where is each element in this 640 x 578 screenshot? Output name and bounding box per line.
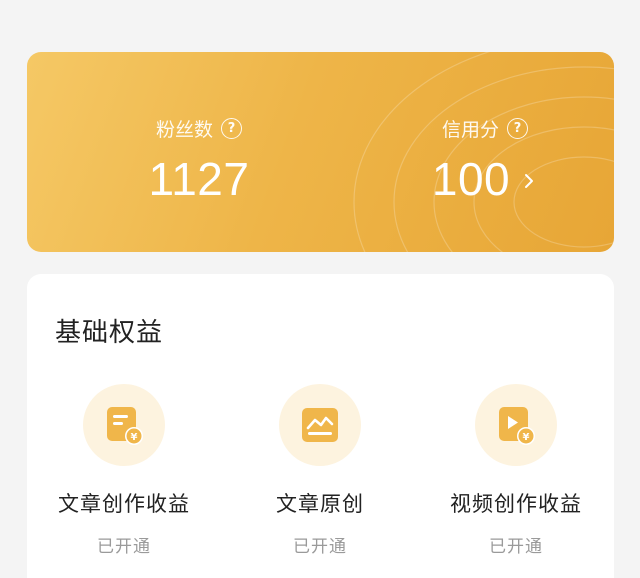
chevron-right-icon[interactable] [520,172,538,190]
section-title: 基础权益 [55,318,164,348]
credit-stat[interactable]: 信用分 ? 100 [385,114,585,206]
benefit-status: 已开通 [489,537,543,557]
article-income-icon: ¥ [107,407,143,445]
benefit-label: 文章创作收益 [58,492,190,516]
fans-stat[interactable]: 粉丝数 ? 1127 [99,114,299,206]
benefit-article-original[interactable]: 文章原创 已开通 [220,384,420,557]
benefit-label: 视频创作收益 [450,492,582,516]
svg-text:¥: ¥ [523,432,530,443]
stats-card: 粉丝数 ? 1127 信用分 ? 100 [27,52,614,252]
video-income-icon: ¥ [499,407,535,445]
credit-score: 100 [431,153,511,205]
question-circle-icon[interactable]: ? [507,117,528,139]
svg-text:¥: ¥ [131,432,138,443]
benefit-icon-bg: ¥ [475,384,557,466]
credit-label: 信用分 [441,118,499,141]
benefit-icon-bg: ¥ [83,384,165,466]
question-circle-icon[interactable]: ? [221,117,242,139]
fans-label: 粉丝数 [155,118,213,141]
benefit-icon-bg [279,384,361,466]
fans-count: 1127 [148,153,250,205]
benefit-video-income[interactable]: ¥ 视频创作收益 已开通 [416,384,616,557]
benefit-article-income[interactable]: ¥ 文章创作收益 已开通 [24,384,224,557]
article-original-icon [302,408,338,442]
benefit-status: 已开通 [97,537,151,557]
benefit-status: 已开通 [293,537,347,557]
benefit-label: 文章原创 [276,492,364,516]
basic-rights-card: 基础权益 ¥ 文章创作收益 已开通 文章原创 已开通 ¥ 视频创作收益 已开通 [27,274,614,578]
